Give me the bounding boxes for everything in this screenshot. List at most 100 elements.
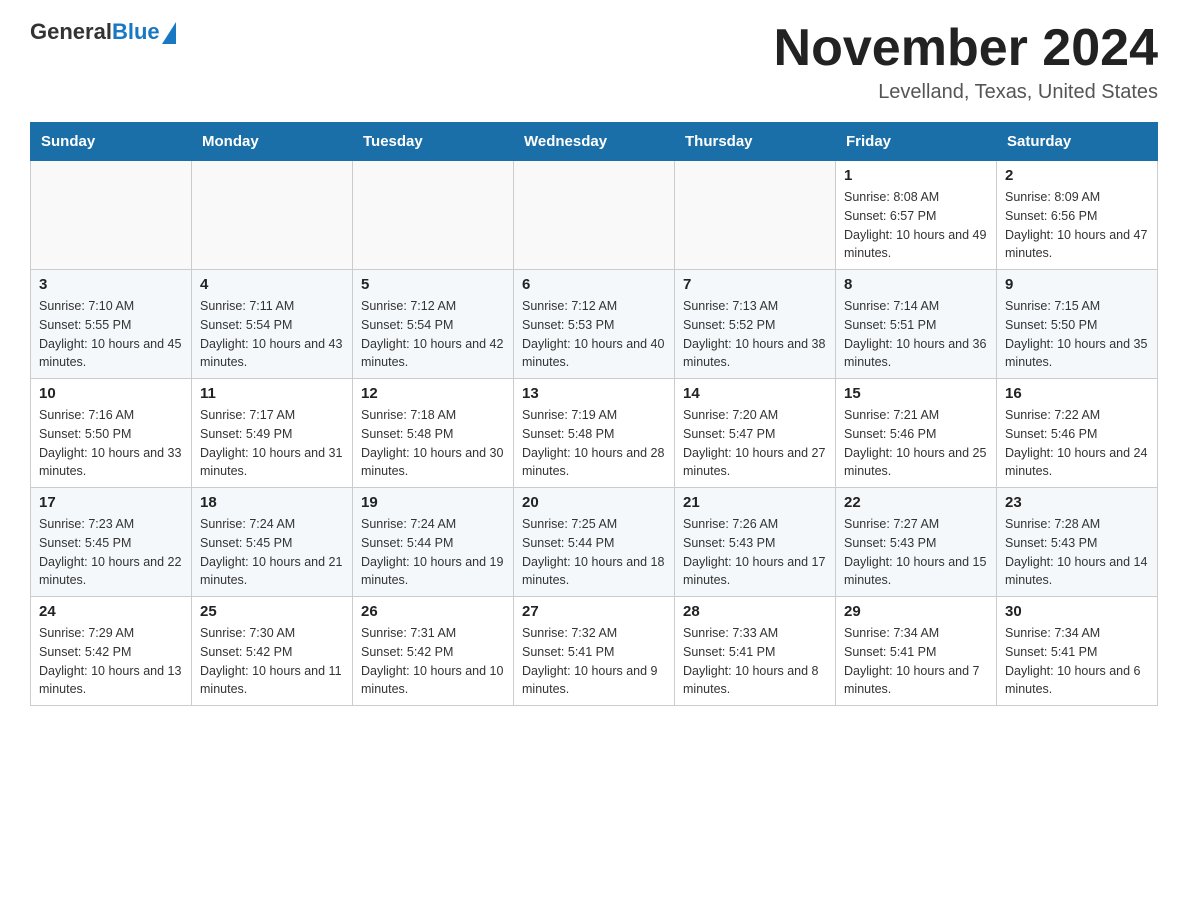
logo-triangle-icon	[162, 22, 176, 44]
day-info: Sunrise: 7:17 AM Sunset: 5:49 PM Dayligh…	[200, 406, 344, 481]
day-number: 27	[522, 603, 666, 620]
day-info: Sunrise: 7:10 AM Sunset: 5:55 PM Dayligh…	[39, 297, 183, 372]
calendar-cell: 18 Sunrise: 7:24 AM Sunset: 5:45 PM Dayli…	[192, 488, 353, 597]
logo-text-black: GeneralBlue	[30, 20, 160, 44]
day-number: 15	[844, 385, 988, 402]
calendar-cell: 8 Sunrise: 7:14 AM Sunset: 5:51 PM Daylig…	[836, 270, 997, 379]
day-info: Sunrise: 7:33 AM Sunset: 5:41 PM Dayligh…	[683, 624, 827, 699]
calendar-cell: 28 Sunrise: 7:33 AM Sunset: 5:41 PM Dayli…	[675, 597, 836, 706]
col-monday: Monday	[192, 123, 353, 161]
day-info: Sunrise: 7:24 AM Sunset: 5:45 PM Dayligh…	[200, 515, 344, 590]
day-info: Sunrise: 8:08 AM Sunset: 6:57 PM Dayligh…	[844, 188, 988, 263]
day-info: Sunrise: 7:20 AM Sunset: 5:47 PM Dayligh…	[683, 406, 827, 481]
calendar-cell	[353, 161, 514, 270]
day-number: 2	[1005, 167, 1149, 184]
calendar-cell: 19 Sunrise: 7:24 AM Sunset: 5:44 PM Dayli…	[353, 488, 514, 597]
day-number: 13	[522, 385, 666, 402]
day-info: Sunrise: 7:26 AM Sunset: 5:43 PM Dayligh…	[683, 515, 827, 590]
day-info: Sunrise: 7:31 AM Sunset: 5:42 PM Dayligh…	[361, 624, 505, 699]
title-area: November 2024 Levelland, Texas, United S…	[774, 20, 1158, 104]
col-saturday: Saturday	[997, 123, 1158, 161]
day-info: Sunrise: 7:24 AM Sunset: 5:44 PM Dayligh…	[361, 515, 505, 590]
day-number: 9	[1005, 276, 1149, 293]
day-number: 16	[1005, 385, 1149, 402]
day-number: 22	[844, 494, 988, 511]
day-number: 18	[200, 494, 344, 511]
day-info: Sunrise: 7:18 AM Sunset: 5:48 PM Dayligh…	[361, 406, 505, 481]
col-wednesday: Wednesday	[514, 123, 675, 161]
calendar-cell: 22 Sunrise: 7:27 AM Sunset: 5:43 PM Dayli…	[836, 488, 997, 597]
calendar-cell	[31, 161, 192, 270]
calendar-cell	[192, 161, 353, 270]
day-info: Sunrise: 7:14 AM Sunset: 5:51 PM Dayligh…	[844, 297, 988, 372]
calendar-cell: 14 Sunrise: 7:20 AM Sunset: 5:47 PM Dayli…	[675, 379, 836, 488]
day-number: 1	[844, 167, 988, 184]
day-info: Sunrise: 7:29 AM Sunset: 5:42 PM Dayligh…	[39, 624, 183, 699]
day-number: 30	[1005, 603, 1149, 620]
calendar-cell: 10Sunrise: 7:16 AM Sunset: 5:50 PM Dayli…	[31, 379, 192, 488]
calendar-week-row: 1 Sunrise: 8:08 AM Sunset: 6:57 PM Daylig…	[31, 161, 1158, 270]
header-row: Sunday Monday Tuesday Wednesday Thursday…	[31, 123, 1158, 161]
day-info: Sunrise: 7:21 AM Sunset: 5:46 PM Dayligh…	[844, 406, 988, 481]
calendar-cell: 9 Sunrise: 7:15 AM Sunset: 5:50 PM Daylig…	[997, 270, 1158, 379]
calendar-cell: 5Sunrise: 7:12 AM Sunset: 5:54 PM Daylig…	[353, 270, 514, 379]
day-number: 7	[683, 276, 827, 293]
calendar-cell: 30 Sunrise: 7:34 AM Sunset: 5:41 PM Dayli…	[997, 597, 1158, 706]
day-number: 12	[361, 385, 505, 402]
day-info: Sunrise: 7:34 AM Sunset: 5:41 PM Dayligh…	[844, 624, 988, 699]
calendar-cell: 26Sunrise: 7:31 AM Sunset: 5:42 PM Dayli…	[353, 597, 514, 706]
day-info: Sunrise: 7:32 AM Sunset: 5:41 PM Dayligh…	[522, 624, 666, 699]
calendar-cell: 6 Sunrise: 7:12 AM Sunset: 5:53 PM Daylig…	[514, 270, 675, 379]
col-thursday: Thursday	[675, 123, 836, 161]
calendar-cell: 2 Sunrise: 8:09 AM Sunset: 6:56 PM Daylig…	[997, 161, 1158, 270]
col-sunday: Sunday	[31, 123, 192, 161]
day-info: Sunrise: 7:13 AM Sunset: 5:52 PM Dayligh…	[683, 297, 827, 372]
day-number: 10	[39, 385, 183, 402]
calendar-table: Sunday Monday Tuesday Wednesday Thursday…	[30, 122, 1158, 706]
calendar-cell: 29 Sunrise: 7:34 AM Sunset: 5:41 PM Dayli…	[836, 597, 997, 706]
location-title: Levelland, Texas, United States	[774, 81, 1158, 104]
calendar-cell: 27 Sunrise: 7:32 AM Sunset: 5:41 PM Dayli…	[514, 597, 675, 706]
calendar-cell: 24Sunrise: 7:29 AM Sunset: 5:42 PM Dayli…	[31, 597, 192, 706]
calendar-cell: 11 Sunrise: 7:17 AM Sunset: 5:49 PM Dayli…	[192, 379, 353, 488]
calendar-week-row: 10Sunrise: 7:16 AM Sunset: 5:50 PM Dayli…	[31, 379, 1158, 488]
day-number: 19	[361, 494, 505, 511]
col-tuesday: Tuesday	[353, 123, 514, 161]
day-info: Sunrise: 7:23 AM Sunset: 5:45 PM Dayligh…	[39, 515, 183, 590]
day-number: 11	[200, 385, 344, 402]
day-info: Sunrise: 7:12 AM Sunset: 5:53 PM Dayligh…	[522, 297, 666, 372]
day-number: 5	[361, 276, 505, 293]
day-number: 21	[683, 494, 827, 511]
logo: GeneralBlue	[30, 20, 176, 46]
calendar-cell: 4 Sunrise: 7:11 AM Sunset: 5:54 PM Daylig…	[192, 270, 353, 379]
calendar-cell: 25Sunrise: 7:30 AM Sunset: 5:42 PM Dayli…	[192, 597, 353, 706]
calendar-cell: 13 Sunrise: 7:19 AM Sunset: 5:48 PM Dayli…	[514, 379, 675, 488]
col-friday: Friday	[836, 123, 997, 161]
day-number: 4	[200, 276, 344, 293]
calendar-cell	[675, 161, 836, 270]
day-number: 6	[522, 276, 666, 293]
day-info: Sunrise: 7:27 AM Sunset: 5:43 PM Dayligh…	[844, 515, 988, 590]
calendar-week-row: 24Sunrise: 7:29 AM Sunset: 5:42 PM Dayli…	[31, 597, 1158, 706]
calendar-week-row: 3 Sunrise: 7:10 AM Sunset: 5:55 PM Daylig…	[31, 270, 1158, 379]
day-info: Sunrise: 7:22 AM Sunset: 5:46 PM Dayligh…	[1005, 406, 1149, 481]
day-number: 28	[683, 603, 827, 620]
day-info: Sunrise: 8:09 AM Sunset: 6:56 PM Dayligh…	[1005, 188, 1149, 263]
day-number: 3	[39, 276, 183, 293]
calendar-week-row: 17 Sunrise: 7:23 AM Sunset: 5:45 PM Dayli…	[31, 488, 1158, 597]
day-info: Sunrise: 7:11 AM Sunset: 5:54 PM Dayligh…	[200, 297, 344, 372]
day-info: Sunrise: 7:34 AM Sunset: 5:41 PM Dayligh…	[1005, 624, 1149, 699]
calendar-cell: 15 Sunrise: 7:21 AM Sunset: 5:46 PM Dayli…	[836, 379, 997, 488]
day-info: Sunrise: 7:28 AM Sunset: 5:43 PM Dayligh…	[1005, 515, 1149, 590]
day-number: 29	[844, 603, 988, 620]
day-info: Sunrise: 7:19 AM Sunset: 5:48 PM Dayligh…	[522, 406, 666, 481]
header: GeneralBlue November 2024 Levelland, Tex…	[30, 20, 1158, 104]
calendar-cell: 7 Sunrise: 7:13 AM Sunset: 5:52 PM Daylig…	[675, 270, 836, 379]
day-number: 14	[683, 385, 827, 402]
day-number: 8	[844, 276, 988, 293]
day-info: Sunrise: 7:15 AM Sunset: 5:50 PM Dayligh…	[1005, 297, 1149, 372]
day-info: Sunrise: 7:25 AM Sunset: 5:44 PM Dayligh…	[522, 515, 666, 590]
calendar-cell: 12 Sunrise: 7:18 AM Sunset: 5:48 PM Dayli…	[353, 379, 514, 488]
day-number: 17	[39, 494, 183, 511]
logo-icon: GeneralBlue	[30, 20, 176, 44]
